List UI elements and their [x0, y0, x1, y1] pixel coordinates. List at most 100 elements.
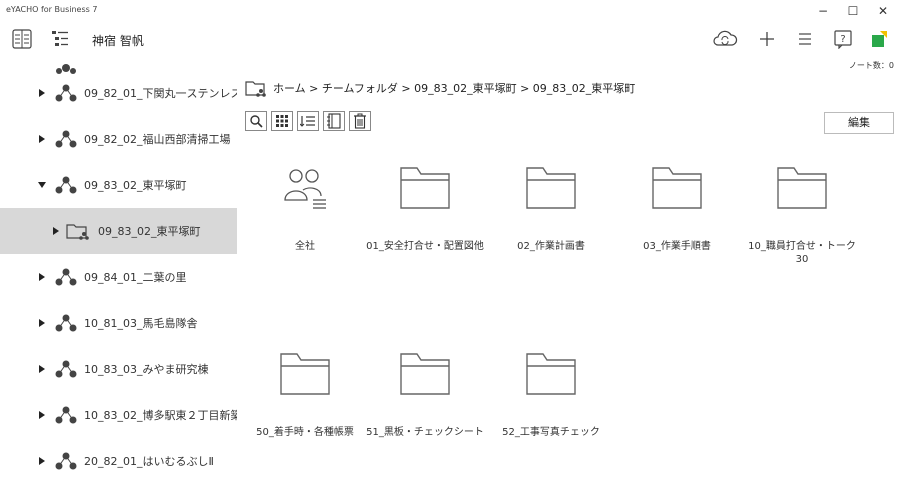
tree-item-0[interactable]: 09_82_01_下関丸一ステンレス — [0, 70, 237, 116]
sort-button[interactable] — [297, 111, 319, 131]
folder-icon — [777, 167, 827, 209]
folder-icon — [280, 353, 330, 395]
user-name: 神宿 智帆 — [92, 34, 144, 48]
tile-label: 51_黒板・チェックシート — [366, 427, 484, 438]
tree-item-selected[interactable]: 09_83_02_東平塚町 — [0, 208, 237, 254]
group-icon — [55, 452, 77, 470]
tile-everyone[interactable]: 全社 — [245, 162, 365, 302]
edit-button[interactable]: 編集 — [824, 112, 894, 134]
group-icon — [55, 360, 77, 378]
collapse-arrow-icon[interactable] — [37, 179, 47, 191]
grid-icon — [276, 115, 288, 127]
menu-button[interactable] — [793, 27, 817, 51]
tile-label: 全社 — [295, 241, 315, 252]
tree-item-6[interactable]: 10_83_03_みやま研究棟 — [0, 346, 237, 392]
sort-icon — [300, 116, 315, 127]
tree-item-label: 09_83_02_東平塚町 — [98, 225, 201, 238]
expand-arrow-icon[interactable] — [37, 87, 47, 99]
tree-item-1[interactable]: 09_82_02_福山西部清掃工場 — [0, 116, 237, 162]
hamburger-icon — [799, 33, 811, 45]
tree-item-label: 10_83_02_博多駅東２丁目新築 — [84, 409, 237, 422]
tile-folder[interactable]: 50_着手時・各種帳票 — [245, 348, 365, 488]
tree-item-label: 09_82_01_下関丸一ステンレス — [84, 87, 237, 100]
folder-icon — [400, 167, 450, 209]
expand-arrow-icon[interactable] — [37, 133, 47, 145]
plus-icon — [760, 32, 774, 46]
tile-folder[interactable]: 01_安全打合せ・配置図他 — [365, 162, 485, 302]
toolbar: 神宿 智帆 ? — [0, 22, 900, 58]
breadcrumb-text[interactable]: ホーム > チームフォルダ > 09_83_02_東平塚町 > 09_83_02… — [273, 80, 635, 96]
note-count: ノート数：0 — [848, 61, 894, 70]
expand-arrow-icon[interactable] — [37, 409, 47, 421]
search-icon — [250, 115, 263, 128]
tree-item-4[interactable]: 09_84_01_二葉の里 — [0, 254, 237, 300]
tree-item-label: 20_82_01_はいむるぶしⅡ — [84, 455, 214, 468]
grid-view-button[interactable] — [271, 111, 293, 131]
notebook-pages-icon — [327, 113, 341, 129]
app-title: eYACHO for Business 7 — [6, 5, 98, 14]
group-icon — [55, 130, 77, 148]
tree-view-button[interactable] — [48, 27, 72, 51]
tile-folder[interactable]: 02_作業計画書 — [491, 162, 611, 302]
tree-item-7[interactable]: 10_83_02_博多駅東２丁目新築 — [0, 392, 237, 438]
tile-label: 10_職員打合せ・トーク30 — [748, 241, 856, 265]
help-icon: ? — [834, 30, 852, 49]
tile-folder[interactable]: 10_職員打合せ・トーク30 — [742, 162, 862, 302]
view-toolbar — [245, 111, 371, 131]
tile-label: 52_工事写真チェック — [502, 427, 600, 438]
maximize-button[interactable]: ☐ — [845, 3, 861, 19]
tree-item-label: 09_84_01_二葉の里 — [84, 271, 187, 284]
help-button[interactable]: ? — [831, 27, 855, 51]
group-icon — [55, 84, 77, 102]
tree-item-label: 10_83_03_みやま研究棟 — [84, 363, 209, 376]
sync-button[interactable] — [710, 27, 740, 51]
close-button[interactable]: ✕ — [875, 3, 891, 19]
folder-icon — [526, 167, 576, 209]
group-icon — [55, 268, 77, 286]
folder-icon — [526, 353, 576, 395]
minimize-button[interactable]: − — [815, 3, 831, 19]
tile-folder[interactable]: 51_黒板・チェックシート — [365, 348, 485, 488]
team-folder-icon — [245, 79, 267, 97]
status-indicator-icon — [872, 31, 887, 47]
trash-icon — [354, 113, 366, 129]
tree-item-label: 09_83_02_東平塚町 — [84, 179, 187, 192]
tile-folder[interactable]: 52_工事写真チェック — [491, 348, 611, 488]
expand-arrow-icon[interactable] — [37, 271, 47, 283]
group-icon — [55, 176, 77, 194]
tree-item-label: 09_82_02_福山西部清掃工場 — [84, 133, 231, 146]
notebook-icon — [12, 29, 32, 49]
expand-arrow-icon[interactable] — [51, 225, 61, 237]
tree-item-label: 10_81_03_馬毛島隊舎 — [84, 317, 198, 330]
title-bar: eYACHO for Business 7 − ☐ ✕ — [0, 0, 900, 22]
expand-arrow-icon[interactable] — [37, 317, 47, 329]
search-button[interactable] — [245, 111, 267, 131]
folder-icon — [652, 167, 702, 209]
folder-icon — [400, 353, 450, 395]
tree-list-icon — [52, 31, 68, 46]
main-panel: ノート数：0 ホーム > チームフォルダ > 09_83_02_東平塚町 > 0… — [237, 58, 900, 473]
sidebar-tree: 09_82_01_下関丸一ステンレス 09_82_02_福山西部清掃工場 09_… — [0, 58, 237, 473]
group-icon — [55, 406, 77, 424]
tree-item-5[interactable]: 10_81_03_馬毛島隊舎 — [0, 300, 237, 346]
tree-item-2[interactable]: 09_83_02_東平塚町 — [0, 162, 237, 208]
cloud-sync-icon — [713, 30, 738, 46]
tile-folder[interactable]: 03_作業手順書 — [617, 162, 737, 302]
expand-arrow-icon[interactable] — [37, 363, 47, 375]
tile-label: 50_着手時・各種帳票 — [256, 427, 354, 438]
add-button[interactable] — [755, 27, 779, 51]
trash-button[interactable] — [349, 111, 371, 131]
breadcrumb: ホーム > チームフォルダ > 09_83_02_東平塚町 > 09_83_02… — [245, 78, 635, 98]
group-icon — [55, 314, 77, 332]
tree-item-8[interactable]: 20_82_01_はいむるぶしⅡ — [0, 438, 237, 473]
team-folder-icon — [66, 222, 90, 240]
people-icon — [284, 169, 326, 209]
notebook-view-button[interactable] — [10, 27, 34, 51]
tile-label: 03_作業手順書 — [643, 241, 711, 252]
notebook-select-button[interactable] — [323, 111, 345, 131]
tile-label: 02_作業計画書 — [517, 241, 585, 252]
tile-label: 01_安全打合せ・配置図他 — [366, 241, 484, 252]
status-button[interactable] — [867, 27, 891, 51]
expand-arrow-icon[interactable] — [37, 455, 47, 467]
svg-text:?: ? — [840, 34, 845, 45]
